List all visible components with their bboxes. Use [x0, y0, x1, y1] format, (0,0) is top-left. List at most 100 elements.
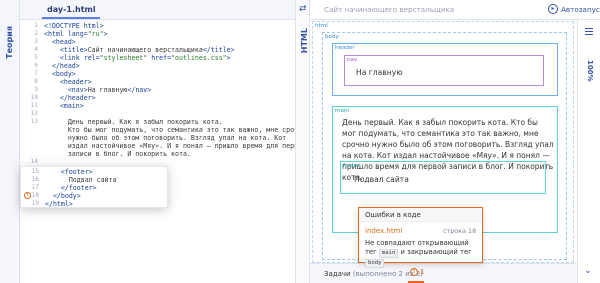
code-line[interactable]: 6 </head> — [20, 62, 290, 70]
menu-icon-line — [585, 31, 593, 32]
code-text: </header> — [59, 94, 96, 102]
code-text: Кто бы мог подумать, что семантика это т… — [44, 126, 307, 134]
line-number: 7 — [34, 70, 38, 77]
menu-icon-line — [585, 34, 593, 35]
code-line[interactable]: 19 </html> — [21, 200, 291, 208]
line-number: 17 — [31, 184, 39, 191]
code-text: <footer> — [60, 168, 93, 176]
code-line[interactable]: 2 <html lang="ru"> — [20, 30, 290, 38]
code-text: </head> — [51, 62, 80, 70]
code-text: <main> — [59, 102, 84, 110]
line-number: 8 — [34, 78, 38, 85]
code-line[interactable]: 8 <header> — [20, 78, 290, 86]
code-text: записи в блог. И покорить кота. — [44, 150, 191, 158]
tasks-label: Задачи — [324, 270, 351, 278]
line-number: 5 — [34, 54, 38, 61]
swap-arrows-icon[interactable]: ⇄ — [299, 4, 307, 14]
error-message: Не совпадают открывающий тег main и закр… — [365, 239, 481, 268]
code-text: <header> — [59, 78, 92, 86]
file-tab[interactable]: day-1.html — [47, 5, 96, 14]
line-number: 16 — [31, 176, 39, 183]
code-line[interactable]: Кто бы мог подумать, что семантика это т… — [20, 126, 306, 134]
code-text: <head> — [51, 38, 76, 46]
code-line[interactable]: 12 — [20, 110, 290, 118]
error-count: 1 — [420, 268, 425, 276]
block-label: html — [315, 23, 328, 29]
code-editor[interactable]: 1 <!DOCTYPE html> 2 <html lang="ru"> 3 <head… — [20, 20, 306, 283]
line-number: 10 — [30, 94, 38, 101]
code-text: <!DOCTYPE html> — [44, 22, 104, 30]
active-tab-indicator — [42, 17, 100, 19]
html-tab[interactable]: HTML — [300, 28, 309, 53]
line-number: 6 — [34, 62, 38, 69]
block-label: footer — [343, 163, 360, 169]
block-label: main — [335, 108, 349, 114]
editor-tabbar: day-1.html — [20, 0, 295, 20]
code-line[interactable]: 10 </header> — [20, 94, 290, 102]
tasks-button[interactable]: Задачи (выполнено 2 из 3) — [324, 270, 423, 278]
code-line[interactable]: 7 <body> — [20, 70, 290, 78]
code-line[interactable]: 16 Подвал сайта — [21, 176, 291, 184]
line-number: 9 — [34, 86, 38, 93]
code-text: Подвал сайта — [45, 176, 117, 184]
zoom-level[interactable]: 100% — [586, 60, 594, 82]
code-text: <nav>На главную</nav> — [67, 86, 152, 94]
code-line[interactable]: 4 <title>Сайт начинающего верстальщика</… — [20, 46, 290, 54]
autorun-button[interactable]: ▸ Автозапуск — [548, 3, 600, 17]
error-message-text: и закрывающий тег — [400, 248, 472, 256]
line-number: 12 — [30, 110, 38, 117]
block-label: header — [335, 45, 355, 51]
line-number: 2 — [34, 30, 38, 37]
code-line[interactable]: 9 <nav>На главную</nav> — [20, 86, 290, 94]
line-number: 14 — [30, 158, 38, 165]
errors-popup-title: Ошибки в коде — [359, 208, 482, 222]
error-marker-icon[interactable]: ! — [24, 192, 31, 199]
line-number: 13 — [30, 118, 38, 125]
code-line[interactable]: 17 </footer> — [21, 184, 291, 192]
code-text: <title>Сайт начинающего верстальщика</ti… — [59, 46, 235, 54]
block-label: nav — [347, 57, 358, 63]
code-line[interactable]: записи в блог. И покорить кота. — [20, 150, 290, 158]
chevron-down-icon[interactable]: ⌄ — [584, 266, 592, 276]
code-text: </footer> — [60, 184, 97, 192]
code-text: <html lang="ru"> — [44, 30, 108, 38]
errors-popup: Ошибки в коде index.html строка 18 Не со… — [358, 207, 483, 268]
play-icon: ▸ — [548, 4, 558, 14]
code-line[interactable]: 1 <!DOCTYPE html> — [20, 22, 290, 30]
code-line[interactable]: 15 <footer> — [21, 168, 291, 176]
block-label: body — [325, 34, 339, 40]
code-text: </body> — [52, 192, 81, 200]
code-line[interactable]: 11 <main> — [20, 102, 290, 110]
nav-link[interactable]: На главную — [356, 68, 403, 77]
zoom-panel: 100% ⌄ — [577, 20, 600, 283]
code-lines-highlight: 15 <footer> 16 Подвал сайта 17 </footer> 18… — [20, 166, 168, 208]
code-text: <link rel="stylesheet" href="outlines.cs… — [59, 54, 231, 62]
autorun-label: Автозапуск — [561, 5, 600, 14]
preview-toolbar: Сайт начинающего верстальщика ▸ Автозапу… — [310, 0, 600, 20]
code-line[interactable]: нужно было об этом поговорить. Взгляд уп… — [20, 134, 290, 142]
code-line[interactable]: 18! </body> — [21, 192, 291, 200]
error-icon: ! — [410, 268, 418, 276]
error-file-link[interactable]: index.html — [365, 227, 402, 235]
code-text: нужно было об этом поговорить. Взгляд уп… — [44, 134, 287, 142]
line-number: 1 — [34, 22, 38, 29]
line-number: 19 — [31, 200, 39, 207]
menu-icon[interactable] — [585, 28, 593, 29]
errors-button[interactable]: ! 1 — [410, 268, 424, 276]
code-chip-close-tag: body — [365, 259, 385, 268]
line-number: 15 — [31, 168, 39, 175]
theory-sidebar: Теория — [0, 0, 20, 283]
code-text: День первый. Как я забыл покорить кота. — [44, 118, 223, 126]
error-line-number[interactable]: строка 18 — [443, 227, 476, 235]
code-line[interactable]: 14 — [20, 158, 290, 166]
code-chip-open-tag: main — [378, 249, 399, 258]
footer-text: Подвал сайта — [354, 175, 409, 184]
code-line[interactable]: 3 <head> — [20, 38, 290, 46]
code-text: издал настойчивое «Мяу». И я понял — при… — [44, 142, 307, 150]
code-text: <body> — [51, 70, 76, 78]
theory-tab[interactable]: Теория — [5, 26, 14, 59]
code-line[interactable]: издал настойчивое «Мяу». И я понял — при… — [20, 142, 306, 150]
code-line[interactable]: 5 <link rel="stylesheet" href="outlines.… — [20, 54, 290, 62]
code-line[interactable]: 13 День первый. Как я забыл покорить кот… — [20, 118, 290, 126]
line-number: 4 — [34, 46, 38, 53]
